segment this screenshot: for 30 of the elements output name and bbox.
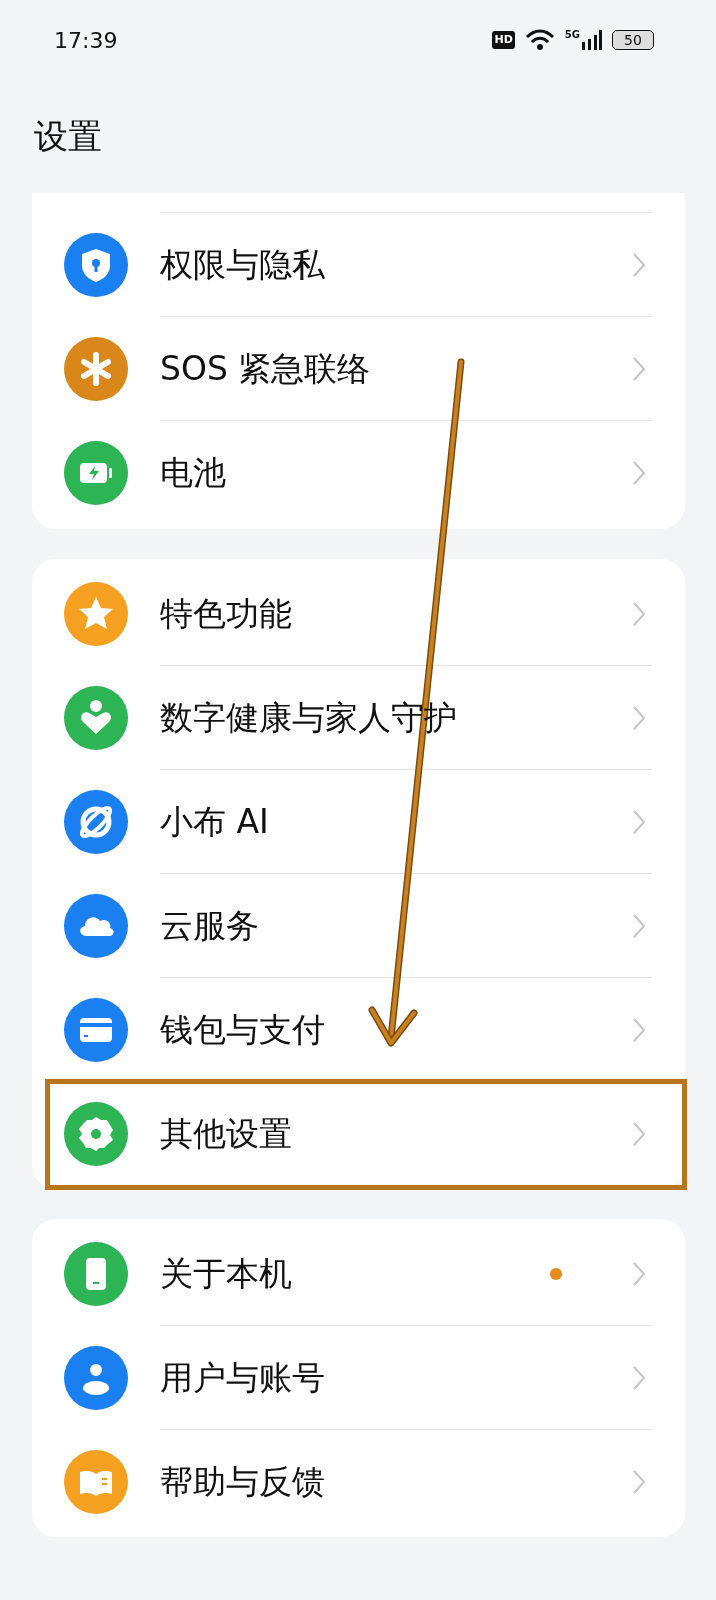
menu-item-label[interactable]: SOS 紧急联络 <box>160 343 632 394</box>
menu-item-label[interactable]: 帮助与反馈 <box>160 1457 632 1507</box>
menu-item-label[interactable]: 用户与账号 <box>160 1352 632 1403</box>
status-time: 17:39 <box>54 26 118 55</box>
page-title: 设置 <box>34 115 102 158</box>
chevron-right-icon <box>632 808 646 835</box>
menu-item-label[interactable]: 电池 <box>160 448 632 498</box>
menu-item-label[interactable]: 其他设置 <box>160 1109 632 1159</box>
hd-badge: HD <box>492 31 515 49</box>
menu-item-label[interactable]: 钱包与支付 <box>160 1004 632 1055</box>
network-type: 5G <box>564 30 580 40</box>
menu-item-label[interactable]: 特色功能 <box>160 588 632 639</box>
chevron-right-icon <box>632 1121 646 1147</box>
chevron-right-icon <box>632 355 646 382</box>
signal-icon <box>582 30 602 50</box>
menu-item-label[interactable]: 权限与隐私 <box>160 239 632 290</box>
chevron-right-icon <box>632 1016 646 1043</box>
chevron-right-icon <box>632 460 646 486</box>
chevron-right-icon <box>632 704 646 731</box>
chevron-right-icon <box>632 912 646 939</box>
menu-item-label[interactable]: 云服务 <box>160 900 632 951</box>
wifi-icon <box>524 29 555 51</box>
battery-indicator: 50 <box>612 30 654 50</box>
chevron-right-icon <box>632 600 646 627</box>
chevron-right-icon <box>632 251 646 278</box>
chevron-right-icon <box>632 1364 646 1391</box>
menu-item-label[interactable]: 小布 AI <box>160 796 632 847</box>
menu-item-label[interactable]: 关于本机 <box>160 1248 550 1299</box>
chevron-right-icon <box>632 1260 646 1287</box>
chevron-right-icon <box>632 1469 646 1495</box>
